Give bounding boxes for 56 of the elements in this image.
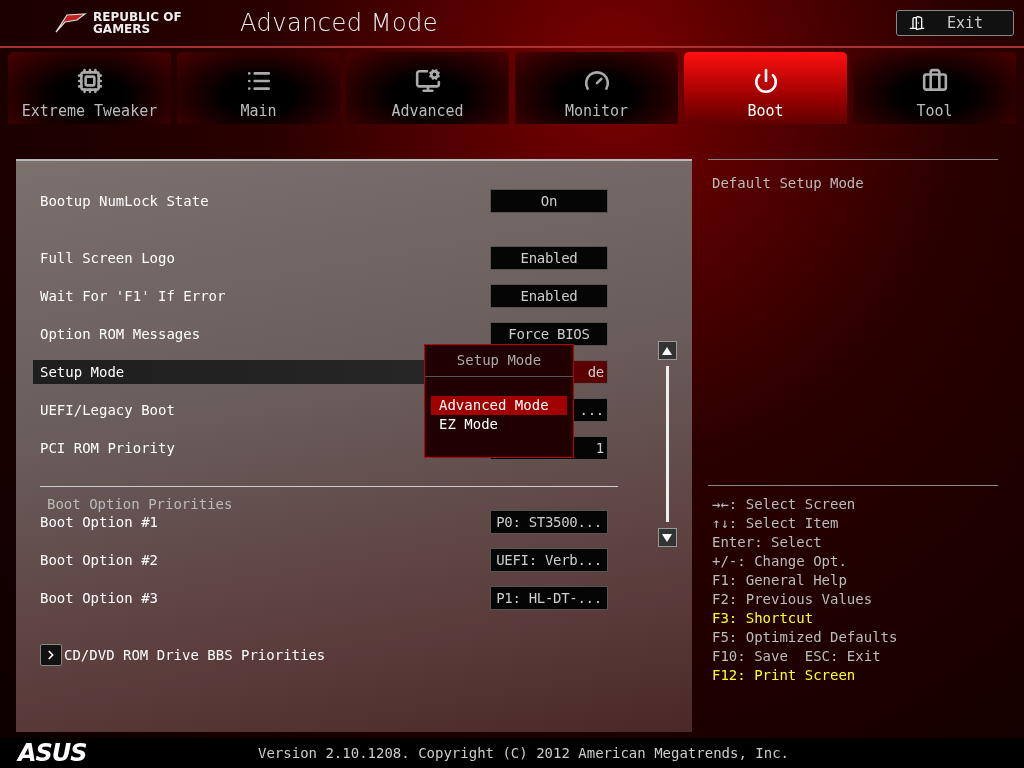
- setting-label: Boot Option #1: [40, 514, 158, 530]
- setting-value[interactable]: P0: ST3500...: [490, 510, 608, 534]
- key-hint: F10: Save ESC: Exit: [712, 647, 882, 666]
- setting-label: Boot Option #3: [40, 590, 158, 606]
- key-hint: F2: Previous Values: [712, 590, 874, 609]
- scroll-up-button[interactable]: [657, 341, 677, 360]
- key-hint: F1: General Help: [712, 571, 848, 590]
- monitor-icon: [414, 68, 441, 94]
- popup-option[interactable]: EZ Mode: [431, 415, 567, 434]
- setting-label: Setup Mode: [40, 364, 125, 380]
- logo-icon: [55, 12, 87, 34]
- key-hint: F3: Shortcut: [712, 609, 815, 628]
- setting-label: UEFI/Legacy Boot: [40, 402, 175, 418]
- setting-value[interactable]: Enabled: [490, 284, 608, 308]
- setting-label: Full Screen Logo: [40, 250, 175, 266]
- popup-title: Setup Mode: [425, 345, 573, 377]
- setting-label: Wait For 'F1' If Error: [40, 288, 226, 304]
- power-icon: [752, 68, 779, 94]
- tab[interactable]: Monitor: [515, 52, 678, 124]
- submenu-label[interactable]: CD/DVD ROM Drive BBS Priorities: [64, 647, 326, 663]
- setting-label: Boot Option #2: [40, 552, 158, 568]
- cpu-icon: [76, 68, 103, 94]
- key-hint: →←: Select Screen: [712, 495, 857, 514]
- submenu-button[interactable]: [40, 644, 62, 666]
- tab[interactable]: Boot: [684, 52, 847, 124]
- scroll-down-button[interactable]: [657, 528, 677, 547]
- key-hint: +/-: Change Opt.: [712, 552, 848, 571]
- scroll-track[interactable]: [665, 366, 669, 522]
- setting-value[interactable]: On: [490, 189, 608, 213]
- setting-value[interactable]: Enabled: [490, 246, 608, 270]
- down-arrow-icon: [662, 533, 672, 542]
- key-hint: Enter: Select: [712, 533, 823, 552]
- door-icon: [909, 15, 925, 31]
- setting-value[interactable]: UEFI: Verb...: [490, 548, 608, 572]
- key-hint: F12: Print Screen: [712, 666, 857, 685]
- setting-value[interactable]: P1: HL-DT-...: [490, 586, 608, 610]
- help-description: Default Setup Mode: [711, 174, 865, 193]
- setting-label: Bootup NumLock State: [40, 193, 209, 209]
- tab[interactable]: Extreme Tweaker: [8, 52, 171, 124]
- setting-label: Option ROM Messages: [40, 326, 201, 342]
- setting-value[interactable]: Force BIOS: [490, 322, 608, 346]
- key-hint: F5: Optimized Defaults: [712, 628, 899, 647]
- tab[interactable]: Advanced: [346, 52, 509, 124]
- briefcase-icon: [921, 68, 948, 94]
- setting-label: PCI ROM Priority: [40, 440, 175, 456]
- popup-option[interactable]: Advanced Mode: [431, 396, 567, 415]
- version-text: Version 2.10.1208. Copyright (C) 2012 American Megatrends, Inc.: [258, 745, 789, 761]
- footer-logo: ASUS: [18, 739, 88, 767]
- section-heading: Boot Option Priorities: [47, 495, 234, 513]
- window-title: Advanced Mode: [240, 9, 439, 37]
- key-hint: ↑↓: Select Item: [712, 514, 840, 533]
- tab[interactable]: Main: [177, 52, 340, 124]
- up-arrow-icon: [662, 346, 672, 355]
- brand-name: REPUBLIC OF GAMERS: [93, 11, 183, 35]
- tab[interactable]: Tool: [853, 52, 1016, 124]
- exit-button[interactable]: Exit: [896, 10, 1014, 36]
